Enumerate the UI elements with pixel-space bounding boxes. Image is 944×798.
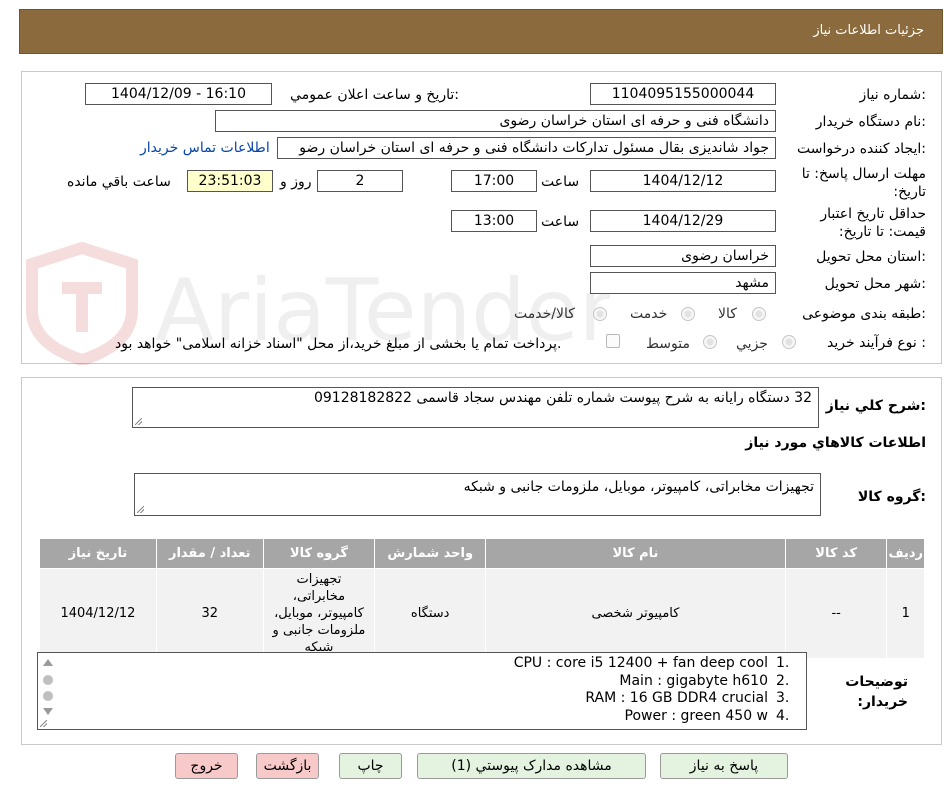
resize-grip-icon[interactable] bbox=[137, 506, 144, 513]
list-item: RAM : 16 GB DDR4 crucial 3. bbox=[66, 690, 806, 708]
price-validity-date-field: 1404/12/29 bbox=[590, 210, 776, 232]
cell-row: 1 bbox=[886, 568, 925, 659]
purchase-type-label: نوع فرآيند خريد : bbox=[827, 335, 926, 351]
summary-text: 32 دستگاه رایانه به شرح پیوست شماره تلفن… bbox=[313, 390, 812, 406]
reply-button[interactable]: پاسخ به نياز bbox=[660, 753, 788, 779]
scroll-up-icon[interactable] bbox=[43, 659, 53, 666]
buyer-notes-list: CPU : core i5 12400 + fan deep cool 1. M… bbox=[66, 655, 806, 725]
view-attachments-button[interactable]: مشاهده مدارک پيوستي (1) bbox=[417, 753, 646, 779]
scroll-down-icon[interactable] bbox=[43, 708, 53, 715]
list-item: Power : green 450 w 4. bbox=[66, 708, 806, 726]
list-item: Main : gigabyte h610 2. bbox=[66, 673, 806, 691]
notes-scrollbar[interactable] bbox=[40, 655, 56, 727]
cell-unit: دستگاه bbox=[374, 568, 487, 659]
reply-date-field: 1404/12/12 bbox=[590, 170, 776, 192]
note-number: 3. bbox=[776, 690, 790, 706]
purchase-minor-radio[interactable] bbox=[782, 335, 796, 349]
category-goods-service-label: کالا/خدمت bbox=[514, 306, 575, 322]
scroll-thumb-icon[interactable] bbox=[43, 675, 53, 685]
city-field: مشهد bbox=[590, 272, 776, 294]
goods-table: رديف كد كالا نام كالا واحد شمارش گروه كا… bbox=[39, 538, 925, 659]
col-name: نام كالا bbox=[485, 538, 786, 569]
note-number: 1. bbox=[776, 655, 790, 671]
city-label: شهر محل تحويل: bbox=[824, 276, 926, 292]
cell-group: تجهیزات مخابراتی، کامپیوتر، موبایل، ملزو… bbox=[262, 568, 376, 659]
goods-group-field[interactable]: تجهیزات مخابراتی، کامپیوتر، موبایل، ملزو… bbox=[134, 473, 821, 516]
note-text: Main : gigabyte h610 bbox=[619, 672, 768, 689]
buyer-notes-field[interactable]: CPU : core i5 12400 + fan deep cool 1. M… bbox=[37, 652, 807, 730]
table-row: 1 -- کامپیوتر شخصی دستگاه تجهیزات مخابرا… bbox=[39, 568, 925, 659]
treasury-payment-checkbox[interactable] bbox=[606, 334, 620, 348]
category-label: طبقه بندی موضوعی: bbox=[802, 306, 926, 322]
summary-label: شرح كلي نياز: bbox=[825, 398, 926, 414]
purchase-medium-radio[interactable] bbox=[703, 335, 717, 349]
price-validity-label: حداقل تاريخ اعتبار قيمت: تا تاريخ: bbox=[820, 206, 926, 240]
remaining-time-field: 23:51:03 bbox=[187, 170, 273, 192]
note-number: 4. bbox=[776, 707, 790, 724]
goods-group-label: گروه كالا: bbox=[857, 489, 926, 505]
col-row: رديف bbox=[886, 538, 925, 569]
goods-group-text: تجهیزات مخابراتی، کامپیوتر، موبایل، ملزو… bbox=[463, 479, 814, 495]
cell-code: -- bbox=[784, 568, 888, 659]
category-goods-service-radio[interactable] bbox=[593, 307, 607, 321]
col-date: تاريخ نياز bbox=[39, 538, 157, 569]
requester-field: جواد شانديزی بقال مسئول تداركات دانشگاه … bbox=[277, 137, 776, 159]
col-unit: واحد شمارش bbox=[374, 538, 487, 569]
note-text: RAM : 16 GB DDR4 crucial bbox=[585, 690, 768, 706]
price-validity-time-label: ساعت bbox=[541, 214, 580, 230]
buyer-org-field: دانشگاه فنی و حرفه ای استان خراسان رضوی bbox=[215, 110, 776, 132]
province-label: استان محل تحويل: bbox=[816, 249, 926, 265]
reply-time-label: ساعت bbox=[541, 174, 580, 190]
category-goods-label: کالا bbox=[718, 306, 737, 322]
remaining-label: ساعت باقي مانده bbox=[67, 174, 171, 190]
reply-deadline-label: مهلت ارسال پاسخ: تا تاريخ: bbox=[801, 166, 926, 200]
table-header-row: رديف كد كالا نام كالا واحد شمارش گروه كا… bbox=[39, 538, 925, 569]
requester-label: ايجاد کننده درخواست: bbox=[797, 141, 926, 157]
province-field: خراسان رضوی bbox=[590, 245, 776, 267]
page-title: جزئیات اطلاعات نیاز bbox=[813, 23, 924, 38]
announce-datetime-field: 1404/12/09 - 16:10 bbox=[85, 83, 272, 105]
category-goods-radio[interactable] bbox=[752, 307, 766, 321]
days-label: روز و bbox=[280, 174, 312, 190]
cell-name: کامپیوتر شخصی bbox=[485, 568, 786, 659]
buyer-org-label: نام دستگاه خريدار: bbox=[815, 114, 926, 130]
goods-section-title: اطلاعات كالاهاي مورد نياز bbox=[745, 435, 926, 451]
scroll-thumb-icon[interactable] bbox=[43, 691, 53, 701]
purchase-medium-label: متوسط bbox=[646, 336, 690, 352]
print-button[interactable]: چاپ bbox=[339, 753, 402, 779]
category-service-label: خدمت bbox=[630, 306, 668, 322]
buyer-contact-link[interactable]: اطلاعات تماس خريدار bbox=[140, 140, 270, 156]
reply-time-field: 17:00 bbox=[451, 170, 537, 192]
resize-grip-icon[interactable] bbox=[40, 720, 47, 727]
category-service-radio[interactable] bbox=[681, 307, 695, 321]
note-text: Power : green 450 w bbox=[624, 707, 768, 724]
reply-days-field: 2 bbox=[317, 170, 403, 192]
note-text: CPU : core i5 12400 + fan deep cool bbox=[513, 655, 768, 671]
cell-quantity: 32 bbox=[155, 568, 264, 659]
need-number-label: شماره نیاز: bbox=[859, 87, 926, 103]
treasury-payment-note: پرداخت تمام يا بخشی از مبلغ خريد،از محل … bbox=[115, 336, 562, 352]
back-button[interactable]: بازگشت bbox=[256, 753, 319, 779]
list-item: CPU : core i5 12400 + fan deep cool 1. bbox=[66, 655, 806, 673]
col-group: گروه كالا bbox=[262, 538, 376, 569]
price-validity-time-field: 13:00 bbox=[451, 210, 537, 232]
cell-date: 1404/12/12 bbox=[39, 568, 157, 659]
page-header: جزئیات اطلاعات نیاز bbox=[19, 9, 943, 54]
summary-field[interactable]: 32 دستگاه رایانه به شرح پیوست شماره تلفن… bbox=[132, 387, 819, 428]
note-number: 2. bbox=[776, 672, 790, 689]
col-quantity: تعداد / مقدار bbox=[155, 538, 264, 569]
col-code: كد كالا bbox=[784, 538, 888, 569]
resize-grip-icon[interactable] bbox=[135, 418, 142, 425]
purchase-minor-label: جزيي bbox=[736, 336, 768, 352]
buyer-notes-label: توضيحات خريدار: bbox=[845, 674, 908, 710]
need-number-field: 1104095155000044 bbox=[590, 83, 776, 105]
exit-button[interactable]: خروج bbox=[175, 753, 238, 779]
announce-datetime-label: تاریخ و ساعت اعلان عمومي: bbox=[290, 87, 459, 103]
